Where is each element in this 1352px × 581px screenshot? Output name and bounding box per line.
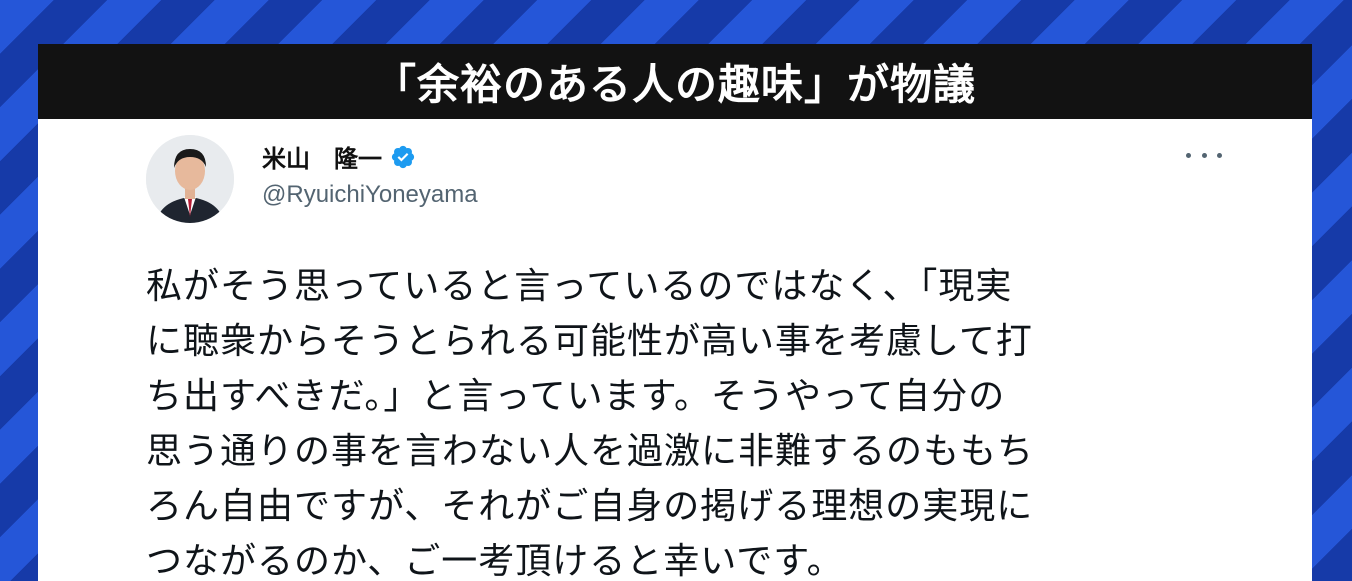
- headline-banner: 「余裕のある人の趣味」が物議: [38, 44, 1312, 119]
- verified-badge-icon: [391, 145, 415, 168]
- author-name-row: 米山 隆一: [262, 139, 416, 174]
- tweet-text-line: つながるのか、ご一考頂けると幸いです。: [146, 541, 844, 581]
- author-display-name[interactable]: 米山 隆一: [262, 139, 382, 174]
- more-dot: [1186, 152, 1191, 158]
- tweet-text: 私がそう思っていると言っているのではなく、「現実 に聴衆からそうとられる可能性が…: [146, 259, 1236, 581]
- tweet-card: 米山 隆一 @RyuichiYoneyama 私がそう思っていると言っているので…: [38, 119, 1312, 581]
- profile-avatar[interactable]: [146, 135, 234, 223]
- tweet-text-line: ち出すべきだ。」と言っています。そうやって自分の: [146, 376, 1006, 417]
- tweet-text-line: 思う通りの事を言わない人を過激に非難するのももち: [146, 431, 1035, 472]
- tweet-text-line: に聴衆からそうとられる可能性が高い事を考慮して打: [146, 321, 1033, 362]
- tweet-text-line: 私がそう思っていると言っているのではなく、「現実: [146, 266, 1013, 307]
- tweet-text-line: ろん自由ですが、それがご自身の掲げる理想の実現に: [146, 486, 1034, 527]
- headline-title: 「余裕のある人の趣味」が物議: [373, 60, 976, 109]
- author-handle[interactable]: @RyuichiYoneyama: [262, 181, 478, 209]
- more-options-icon[interactable]: [1186, 145, 1222, 165]
- more-dot: [1201, 152, 1207, 158]
- more-dot: [1217, 152, 1222, 158]
